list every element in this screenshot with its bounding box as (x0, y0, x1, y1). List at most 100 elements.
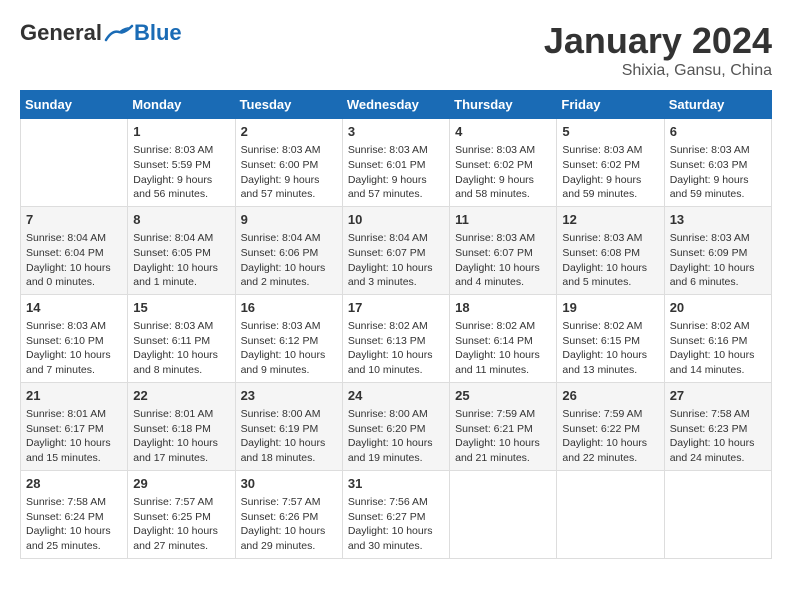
day-number: 28 (26, 475, 122, 493)
day-info: Sunrise: 8:03 AMSunset: 6:00 PMDaylight:… (241, 143, 337, 202)
day-number: 25 (455, 387, 551, 405)
day-number: 4 (455, 123, 551, 141)
day-info: Sunrise: 7:58 AMSunset: 6:23 PMDaylight:… (670, 407, 766, 466)
day-number: 11 (455, 211, 551, 229)
calendar-week-row: 14 Sunrise: 8:03 AMSunset: 6:10 PMDayligh… (21, 294, 772, 382)
calendar-cell: 16 Sunrise: 8:03 AMSunset: 6:12 PMDayligh… (235, 294, 342, 382)
day-number: 23 (241, 387, 337, 405)
logo-blue-text: Blue (134, 20, 182, 46)
day-number: 24 (348, 387, 444, 405)
calendar-cell: 19Sunrise: 8:02 AMSunset: 6:15 PMDayligh… (557, 294, 664, 382)
calendar-cell (664, 470, 771, 558)
calendar-cell: 23 Sunrise: 8:00 AMSunset: 6:19 PMDayligh… (235, 382, 342, 470)
day-info: Sunrise: 8:03 AMSunset: 6:02 PMDaylight:… (562, 143, 658, 202)
day-number: 20 (670, 299, 766, 317)
header-cell-monday: Monday (128, 91, 235, 119)
day-info: Sunrise: 7:57 AMSunset: 6:25 PMDaylight:… (133, 495, 229, 554)
calendar-cell: 22 Sunrise: 8:01 AMSunset: 6:18 PMDayligh… (128, 382, 235, 470)
header-cell-friday: Friday (557, 91, 664, 119)
calendar-cell: 10 Sunrise: 8:04 AMSunset: 6:07 PMDayligh… (342, 206, 449, 294)
day-info: Sunrise: 8:04 AMSunset: 6:04 PMDaylight:… (26, 231, 122, 290)
day-info: Sunrise: 8:03 AMSunset: 5:59 PMDaylight:… (133, 143, 229, 202)
day-number: 8 (133, 211, 229, 229)
calendar-week-row: 7Sunrise: 8:04 AMSunset: 6:04 PMDaylight… (21, 206, 772, 294)
day-number: 16 (241, 299, 337, 317)
calendar-cell: 8 Sunrise: 8:04 AMSunset: 6:05 PMDaylight… (128, 206, 235, 294)
day-info: Sunrise: 7:58 AMSunset: 6:24 PMDaylight:… (26, 495, 122, 554)
page-header: General Blue January 2024 Shixia, Gansu,… (20, 20, 772, 80)
day-info: Sunrise: 8:03 AMSunset: 6:10 PMDaylight:… (26, 319, 122, 378)
calendar-cell: 30Sunrise: 7:57 AMSunset: 6:26 PMDayligh… (235, 470, 342, 558)
day-info: Sunrise: 8:03 AMSunset: 6:12 PMDaylight:… (241, 319, 337, 378)
day-info: Sunrise: 8:01 AMSunset: 6:17 PMDaylight:… (26, 407, 122, 466)
calendar-cell (450, 470, 557, 558)
day-number: 13 (670, 211, 766, 229)
day-info: Sunrise: 8:00 AMSunset: 6:20 PMDaylight:… (348, 407, 444, 466)
day-number: 22 (133, 387, 229, 405)
day-info: Sunrise: 8:03 AMSunset: 6:07 PMDaylight:… (455, 231, 551, 290)
day-info: Sunrise: 8:00 AMSunset: 6:19 PMDaylight:… (241, 407, 337, 466)
calendar-cell: 20 Sunrise: 8:02 AMSunset: 6:16 PMDayligh… (664, 294, 771, 382)
header-cell-sunday: Sunday (21, 91, 128, 119)
title-area: January 2024 Shixia, Gansu, China (544, 20, 772, 80)
day-number: 27 (670, 387, 766, 405)
day-number: 15 (133, 299, 229, 317)
day-info: Sunrise: 8:04 AMSunset: 6:05 PMDaylight:… (133, 231, 229, 290)
calendar-cell: 9Sunrise: 8:04 AMSunset: 6:06 PMDaylight… (235, 206, 342, 294)
day-info: Sunrise: 8:03 AMSunset: 6:09 PMDaylight:… (670, 231, 766, 290)
calendar-title: January 2024 (544, 20, 772, 62)
day-number: 21 (26, 387, 122, 405)
day-number: 2 (241, 123, 337, 141)
day-number: 14 (26, 299, 122, 317)
calendar-cell: 11 Sunrise: 8:03 AMSunset: 6:07 PMDayligh… (450, 206, 557, 294)
calendar-cell: 12 Sunrise: 8:03 AMSunset: 6:08 PMDayligh… (557, 206, 664, 294)
calendar-cell: 5 Sunrise: 8:03 AMSunset: 6:02 PMDaylight… (557, 119, 664, 207)
day-info: Sunrise: 7:59 AMSunset: 6:22 PMDaylight:… (562, 407, 658, 466)
calendar-cell: 15 Sunrise: 8:03 AMSunset: 6:11 PMDayligh… (128, 294, 235, 382)
day-info: Sunrise: 8:03 AMSunset: 6:01 PMDaylight:… (348, 143, 444, 202)
day-info: Sunrise: 8:04 AMSunset: 6:07 PMDaylight:… (348, 231, 444, 290)
calendar-cell: 28 Sunrise: 7:58 AMSunset: 6:24 PMDayligh… (21, 470, 128, 558)
calendar-cell: 4 Sunrise: 8:03 AMSunset: 6:02 PMDaylight… (450, 119, 557, 207)
calendar-cell (21, 119, 128, 207)
day-info: Sunrise: 8:03 AMSunset: 6:02 PMDaylight:… (455, 143, 551, 202)
calendar-cell: 21 Sunrise: 8:01 AMSunset: 6:17 PMDayligh… (21, 382, 128, 470)
calendar-cell: 6 Sunrise: 8:03 AMSunset: 6:03 PMDaylight… (664, 119, 771, 207)
day-info: Sunrise: 8:02 AMSunset: 6:16 PMDaylight:… (670, 319, 766, 378)
calendar-cell: 3 Sunrise: 8:03 AMSunset: 6:01 PMDaylight… (342, 119, 449, 207)
calendar-subtitle: Shixia, Gansu, China (544, 62, 772, 80)
day-info: Sunrise: 7:59 AMSunset: 6:21 PMDaylight:… (455, 407, 551, 466)
day-info: Sunrise: 8:03 AMSunset: 6:08 PMDaylight:… (562, 231, 658, 290)
calendar-cell: 7Sunrise: 8:04 AMSunset: 6:04 PMDaylight… (21, 206, 128, 294)
calendar-cell: 26Sunrise: 7:59 AMSunset: 6:22 PMDayligh… (557, 382, 664, 470)
calendar-cell: 2 Sunrise: 8:03 AMSunset: 6:00 PMDaylight… (235, 119, 342, 207)
day-info: Sunrise: 8:02 AMSunset: 6:13 PMDaylight:… (348, 319, 444, 378)
day-info: Sunrise: 8:03 AMSunset: 6:03 PMDaylight:… (670, 143, 766, 202)
day-info: Sunrise: 8:01 AMSunset: 6:18 PMDaylight:… (133, 407, 229, 466)
day-number: 10 (348, 211, 444, 229)
calendar-body: 1 Sunrise: 8:03 AMSunset: 5:59 PMDaylight… (21, 119, 772, 559)
day-number: 6 (670, 123, 766, 141)
calendar-cell: 29Sunrise: 7:57 AMSunset: 6:25 PMDayligh… (128, 470, 235, 558)
calendar-week-row: 21 Sunrise: 8:01 AMSunset: 6:17 PMDayligh… (21, 382, 772, 470)
calendar-cell: 14 Sunrise: 8:03 AMSunset: 6:10 PMDayligh… (21, 294, 128, 382)
calendar-cell: 1 Sunrise: 8:03 AMSunset: 5:59 PMDaylight… (128, 119, 235, 207)
day-number: 3 (348, 123, 444, 141)
calendar-table: SundayMondayTuesdayWednesdayThursdayFrid… (20, 90, 772, 559)
day-info: Sunrise: 8:03 AMSunset: 6:11 PMDaylight:… (133, 319, 229, 378)
calendar-cell: 18 Sunrise: 8:02 AMSunset: 6:14 PMDayligh… (450, 294, 557, 382)
calendar-week-row: 28 Sunrise: 7:58 AMSunset: 6:24 PMDayligh… (21, 470, 772, 558)
calendar-header: SundayMondayTuesdayWednesdayThursdayFrid… (21, 91, 772, 119)
calendar-week-row: 1 Sunrise: 8:03 AMSunset: 5:59 PMDaylight… (21, 119, 772, 207)
day-info: Sunrise: 8:02 AMSunset: 6:15 PMDaylight:… (562, 319, 658, 378)
day-number: 12 (562, 211, 658, 229)
day-info: Sunrise: 7:57 AMSunset: 6:26 PMDaylight:… (241, 495, 337, 554)
day-info: Sunrise: 8:02 AMSunset: 6:14 PMDaylight:… (455, 319, 551, 378)
day-number: 5 (562, 123, 658, 141)
header-cell-saturday: Saturday (664, 91, 771, 119)
day-number: 18 (455, 299, 551, 317)
day-info: Sunrise: 7:56 AMSunset: 6:27 PMDaylight:… (348, 495, 444, 554)
calendar-cell: 27 Sunrise: 7:58 AMSunset: 6:23 PMDayligh… (664, 382, 771, 470)
header-row: SundayMondayTuesdayWednesdayThursdayFrid… (21, 91, 772, 119)
day-number: 1 (133, 123, 229, 141)
